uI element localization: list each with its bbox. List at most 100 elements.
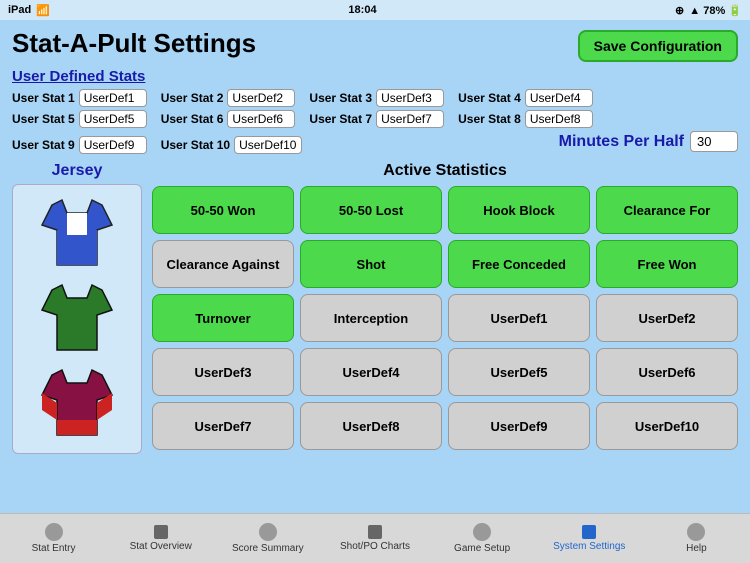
stat-button-userdef2[interactable]: UserDef2 (596, 294, 738, 342)
user-stat-10-label: User Stat 10 (161, 138, 230, 152)
tab-label-6: Help (686, 543, 707, 554)
user-stats-row-2: User Stat 5 User Stat 6 User Stat 7 User… (12, 110, 738, 128)
ipad-label: iPad (8, 4, 31, 16)
user-stat-1-label: User Stat 1 (12, 91, 75, 105)
user-stat-3-input[interactable] (376, 89, 444, 107)
user-stat-4: User Stat 4 (458, 89, 593, 107)
header-row: Stat-A-Pult Settings Save Configuration (12, 28, 738, 62)
stat-button-clearance-against[interactable]: Clearance Against (152, 240, 294, 288)
tab-system-settings[interactable]: System Settings (536, 525, 643, 552)
user-stat-6: User Stat 6 (161, 110, 296, 128)
minutes-per-half-row: Minutes Per Half (559, 131, 738, 152)
save-configuration-button[interactable]: Save Configuration (578, 30, 738, 62)
tab-icon-0 (45, 523, 63, 541)
location-icon: ⊕ (675, 4, 684, 17)
user-stat-4-input[interactable] (525, 89, 593, 107)
stat-button-shot[interactable]: Shot (300, 240, 442, 288)
stat-button-userdef9[interactable]: UserDef9 (448, 402, 590, 450)
user-stats-row-1: User Stat 1 User Stat 2 User Stat 3 User… (12, 89, 738, 107)
tab-score-summary[interactable]: Score Summary (214, 523, 321, 554)
status-right: ⊕ ▲ 78% 🔋 (675, 4, 742, 17)
tab-icon-2 (259, 523, 277, 541)
stat-button-userdef10[interactable]: UserDef10 (596, 402, 738, 450)
tab-label-3: Shot/PO Charts (340, 541, 410, 552)
stat-button-userdef4[interactable]: UserDef4 (300, 348, 442, 396)
user-stat-2-input[interactable] (227, 89, 295, 107)
main-content: Stat-A-Pult Settings Save Configuration … (0, 20, 750, 523)
tab-label-5: System Settings (553, 541, 625, 552)
user-stat-9: User Stat 9 (12, 136, 147, 154)
minutes-per-half-label: Minutes Per Half (559, 133, 684, 151)
jersey-green[interactable] (32, 280, 122, 358)
user-stat-10-input[interactable] (234, 136, 302, 154)
user-stats-grid: User Stat 1 User Stat 2 User Stat 3 User… (12, 89, 738, 158)
active-stats-column: Active Statistics 50-50 Won50-50 LostHoo… (152, 162, 738, 450)
user-stat-5: User Stat 5 (12, 110, 147, 128)
app-title: Stat-A-Pult Settings (12, 28, 256, 59)
user-stat-3: User Stat 3 (309, 89, 444, 107)
stat-button-free-conceded[interactable]: Free Conceded (448, 240, 590, 288)
stats-grid: 50-50 Won50-50 LostHook BlockClearance F… (152, 186, 738, 450)
jersey-column: Jersey (12, 162, 142, 454)
status-bar: iPad 📶 18:04 ⊕ ▲ 78% 🔋 (0, 0, 750, 20)
user-stat-9-input[interactable] (79, 136, 147, 154)
tab-stat-entry[interactable]: Stat Entry (0, 523, 107, 554)
user-stat-9-label: User Stat 9 (12, 138, 75, 152)
stat-button-hook-block[interactable]: Hook Block (448, 186, 590, 234)
tab-bar: Stat Entry Stat Overview Score Summary Shot… (0, 513, 750, 563)
jersey-box (12, 184, 142, 454)
stat-button-userdef6[interactable]: UserDef6 (596, 348, 738, 396)
stat-button-50-50-won[interactable]: 50-50 Won (152, 186, 294, 234)
user-stat-7: User Stat 7 (309, 110, 444, 128)
stat-button-interception[interactable]: Interception (300, 294, 442, 342)
user-stat-7-input[interactable] (376, 110, 444, 128)
user-stat-2-label: User Stat 2 (161, 91, 224, 105)
stat-button-free-won[interactable]: Free Won (596, 240, 738, 288)
tab-icon-3 (368, 525, 382, 539)
user-stat-5-label: User Stat 5 (12, 112, 75, 126)
tab-icon-5 (582, 525, 596, 539)
user-stats-row-3: User Stat 9 User Stat 10 (12, 136, 302, 154)
jersey-maroon[interactable] (32, 365, 122, 443)
status-time: 18:04 (348, 4, 376, 16)
user-stat-4-label: User Stat 4 (458, 91, 521, 105)
tab-game-setup[interactable]: Game Setup (429, 523, 536, 554)
tab-label-2: Score Summary (232, 543, 304, 554)
minutes-per-half-input[interactable] (690, 131, 738, 152)
tab-stat-overview[interactable]: Stat Overview (107, 525, 214, 552)
user-stat-5-input[interactable] (79, 110, 147, 128)
stat-button-clearance-for[interactable]: Clearance For (596, 186, 738, 234)
user-stat-7-label: User Stat 7 (309, 112, 372, 126)
bottom-section: Jersey (12, 162, 738, 454)
tab-help[interactable]: Help (643, 523, 750, 554)
user-stat-2: User Stat 2 (161, 89, 296, 107)
stat-button-50-50-lost[interactable]: 50-50 Lost (300, 186, 442, 234)
stat-button-userdef1[interactable]: UserDef1 (448, 294, 590, 342)
stat-button-userdef8[interactable]: UserDef8 (300, 402, 442, 450)
user-stat-6-input[interactable] (227, 110, 295, 128)
user-stat-1-input[interactable] (79, 89, 147, 107)
tab-icon-6 (687, 523, 705, 541)
status-left: iPad 📶 (8, 4, 50, 17)
user-stat-10: User Stat 10 (161, 136, 302, 154)
jersey-blue[interactable] (32, 195, 122, 273)
battery-icon: ▲ 78% 🔋 (689, 4, 742, 17)
stat-button-userdef5[interactable]: UserDef5 (448, 348, 590, 396)
stat-button-userdef7[interactable]: UserDef7 (152, 402, 294, 450)
tab-label-4: Game Setup (454, 543, 510, 554)
user-defined-stats-title: User Defined Stats (12, 68, 738, 85)
tab-label-0: Stat Entry (32, 543, 76, 554)
tab-shot/po-charts[interactable]: Shot/PO Charts (321, 525, 428, 552)
stat-button-userdef3[interactable]: UserDef3 (152, 348, 294, 396)
tab-label-1: Stat Overview (130, 541, 192, 552)
stat-button-turnover[interactable]: Turnover (152, 294, 294, 342)
user-stat-8-label: User Stat 8 (458, 112, 521, 126)
user-stat-3-label: User Stat 3 (309, 91, 372, 105)
active-stats-title: Active Statistics (152, 162, 738, 180)
user-stat-8: User Stat 8 (458, 110, 593, 128)
user-stat-1: User Stat 1 (12, 89, 147, 107)
jersey-section-title: Jersey (12, 162, 142, 180)
user-stat-8-input[interactable] (525, 110, 593, 128)
tab-icon-4 (473, 523, 491, 541)
tab-icon-1 (154, 525, 168, 539)
